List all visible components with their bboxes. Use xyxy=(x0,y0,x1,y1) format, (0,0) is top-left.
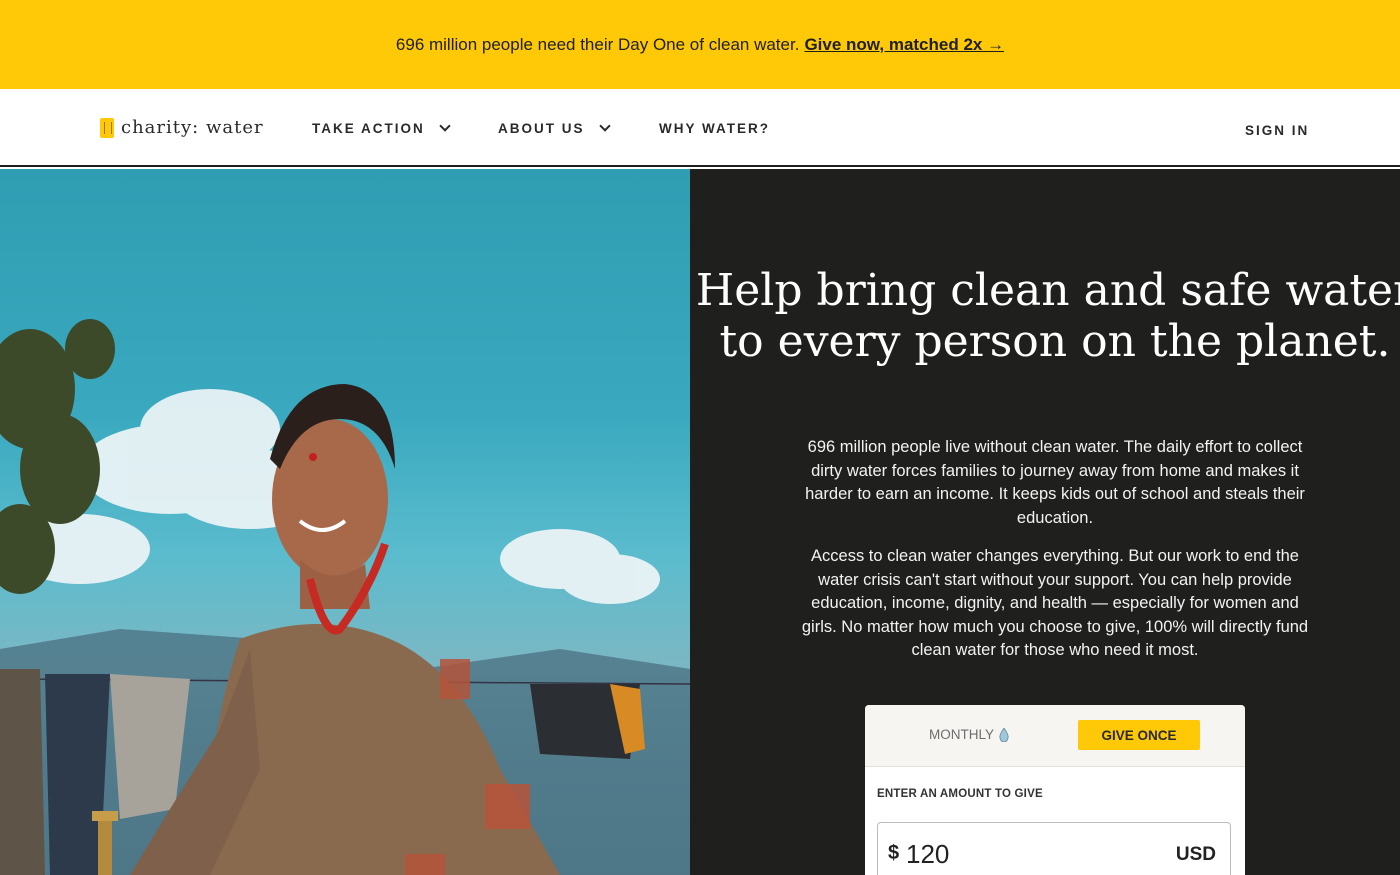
tab-monthly-label: MONTHLY xyxy=(929,727,995,742)
hero-paragraph-2: Access to clean water changes everything… xyxy=(801,547,1309,659)
sign-in-label: SIGN IN xyxy=(1245,123,1310,138)
nav-take-action-label: TAKE ACTION xyxy=(312,121,425,136)
main-navigation: charity: water TAKE ACTION ABOUT US WHY … xyxy=(0,89,1400,167)
nav-about-us-label: ABOUT US xyxy=(498,121,585,136)
nav-why-water-label: WHY WATER? xyxy=(659,121,770,136)
give-now-link[interactable]: Give now, matched 2x → xyxy=(804,35,1004,55)
hero-paragraph-1: 696 million people live without clean wa… xyxy=(805,438,1305,527)
sign-in-link[interactable]: SIGN IN xyxy=(1245,123,1309,138)
announcement-banner: 696 million people need their Day One of… xyxy=(0,0,1400,89)
logo-text: charity: water xyxy=(121,117,264,138)
banner-message: 696 million people need their Day One of… xyxy=(395,34,800,54)
amount-input[interactable] xyxy=(906,837,1126,871)
currency-code: USD xyxy=(1175,844,1216,865)
hero-section: Help bring clean and safe water to every… xyxy=(690,169,1400,875)
currency-symbol: $ xyxy=(888,842,900,864)
chevron-down-icon xyxy=(598,120,611,132)
chevron-down-icon xyxy=(439,120,451,132)
water-drop-icon xyxy=(999,727,1009,742)
hero-photo xyxy=(0,169,690,875)
nav-take-action[interactable]: TAKE ACTION xyxy=(312,120,451,136)
donation-card: MONTHLY GIVE ONCE ENTER AN AMOUNT TO GIV… xyxy=(865,705,1245,875)
hero-photo-illustration xyxy=(0,319,690,875)
amount-label: ENTER AN AMOUNT TO GIVE xyxy=(877,788,1043,800)
nav-about-us[interactable]: ABOUT US xyxy=(498,120,611,136)
tab-give-once[interactable]: GIVE ONCE xyxy=(1078,720,1200,750)
tab-monthly[interactable]: MONTHLY xyxy=(929,727,1009,742)
donation-tabs: MONTHLY GIVE ONCE xyxy=(865,705,1245,767)
charity-water-logo[interactable]: charity: water xyxy=(100,117,264,138)
hero-headline: Help bring clean and safe water to every… xyxy=(695,265,1400,367)
nav-why-water[interactable]: WHY WATER? xyxy=(659,121,770,136)
amount-field: $ USD xyxy=(877,822,1231,875)
jerry-can-icon xyxy=(100,117,114,138)
